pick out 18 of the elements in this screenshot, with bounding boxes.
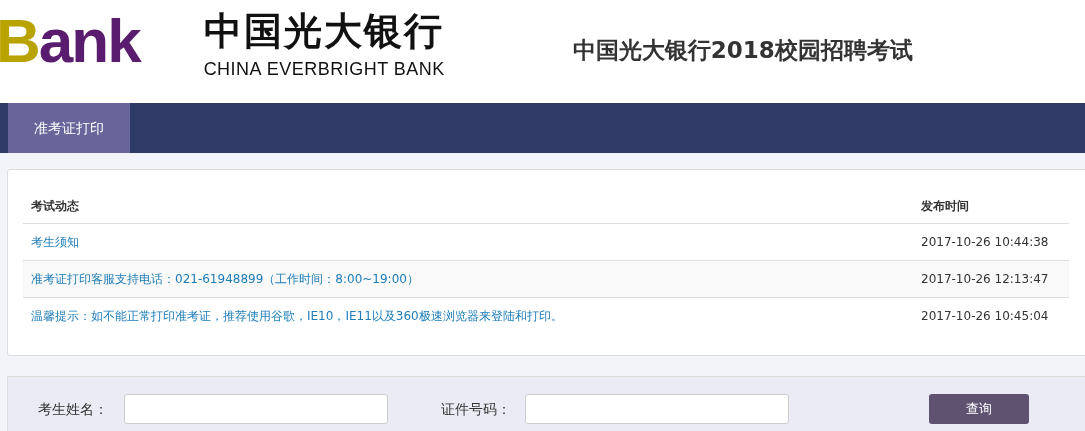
- bank-name-english: CHINA EVERBRIGHT BANK: [203, 58, 445, 81]
- nav-tab[interactable]: 准考证打印: [8, 103, 130, 153]
- page-title: 中国光大银行2018校园招聘考试: [572, 36, 913, 65]
- column-header: 考试动态: [31, 199, 79, 214]
- notice-link[interactable]: 温馨提示：如不能正常打印准考证，推荐使用谷歌，IE10，IE11以及360极速浏览器来登陆和打印。: [31, 308, 563, 323]
- notice-link[interactable]: 准考证打印客服支持电话：021-61948899（工作时间：8:00~19:00）: [31, 271, 419, 286]
- bank-name: 中国光大银行: [203, 12, 445, 50]
- logo-wordmark: Bank: [0, 10, 140, 72]
- input-field[interactable]: [525, 394, 789, 424]
- field-label: 考生姓名：: [38, 400, 108, 419]
- input-field[interactable]: [124, 394, 388, 424]
- field-label: 证件号码：: [441, 400, 511, 419]
- search-button[interactable]: 查询: [929, 394, 1029, 424]
- column-header: 发布时间: [921, 199, 969, 214]
- publish-time: 2017-10-26 10:45:04: [921, 308, 1049, 323]
- notice-link[interactable]: 考生须知: [31, 234, 79, 249]
- publish-time: 2017-10-26 10:44:38: [921, 234, 1049, 249]
- publish-time: 2017-10-26 12:13:47: [921, 271, 1049, 286]
